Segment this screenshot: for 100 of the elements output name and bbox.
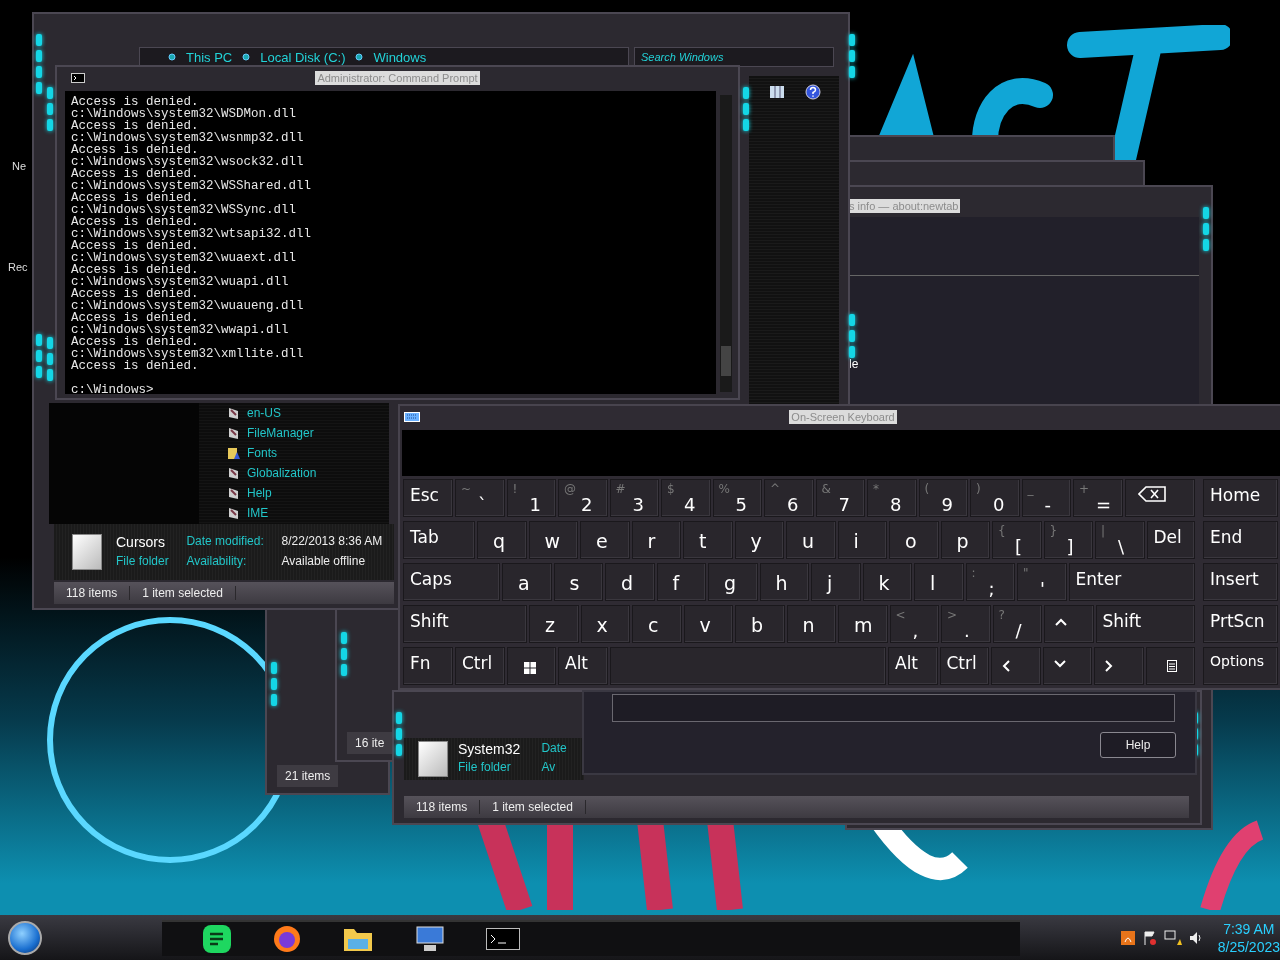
key[interactable]: b bbox=[735, 605, 785, 643]
key[interactable]: a bbox=[502, 563, 552, 601]
key[interactable]: | \ bbox=[1095, 521, 1145, 559]
light-strip bbox=[849, 34, 855, 46]
file-item[interactable]: Fonts bbox=[227, 443, 389, 463]
key[interactable]: w bbox=[528, 521, 578, 559]
scrollbar[interactable] bbox=[720, 95, 732, 392]
desktop-icon-label[interactable]: Rec bbox=[8, 261, 28, 273]
terminal-icon[interactable] bbox=[485, 927, 520, 950]
key[interactable]: Alt bbox=[888, 647, 938, 685]
key[interactable]: Ctrl bbox=[939, 647, 989, 685]
desktop-icon-label[interactable]: Ne bbox=[12, 160, 27, 172]
key[interactable]: z bbox=[529, 605, 579, 643]
help-icon[interactable] bbox=[805, 84, 821, 100]
key[interactable]: Tab bbox=[403, 521, 475, 559]
light-strip bbox=[396, 728, 402, 740]
key[interactable]: Home bbox=[1203, 479, 1278, 517]
key[interactable]: _ - bbox=[1021, 479, 1071, 517]
layout-icon[interactable] bbox=[769, 84, 785, 100]
address-bar[interactable]: This PC Local Disk (C:) Windows bbox=[139, 47, 629, 67]
key[interactable]: ? / bbox=[992, 605, 1042, 643]
key[interactable]: ! 1 bbox=[506, 479, 556, 517]
file-item[interactable]: en-US bbox=[227, 403, 389, 423]
file-item[interactable]: Help bbox=[227, 483, 389, 503]
key[interactable]: c bbox=[632, 605, 682, 643]
help-button[interactable]: Help bbox=[1100, 732, 1176, 758]
key[interactable]: Insert bbox=[1203, 563, 1278, 601]
key[interactable]: p bbox=[940, 521, 990, 559]
key[interactable]: ( 9 bbox=[918, 479, 968, 517]
key[interactable]: ) 0 bbox=[970, 479, 1020, 517]
file-item[interactable]: FileManager bbox=[227, 423, 389, 443]
key[interactable]: & 7 bbox=[815, 479, 865, 517]
key[interactable]: { [ bbox=[992, 521, 1042, 559]
key[interactable]: f bbox=[656, 563, 706, 601]
key[interactable]: + = bbox=[1073, 479, 1123, 517]
clock[interactable]: 7:39 AM 8/25/2023 bbox=[1217, 919, 1280, 956]
key[interactable]: Caps bbox=[403, 563, 500, 601]
key[interactable]: o bbox=[889, 521, 939, 559]
music-app-icon[interactable] bbox=[201, 923, 232, 954]
key[interactable]: g bbox=[708, 563, 758, 601]
key[interactable]: v bbox=[683, 605, 733, 643]
breadcrumb[interactable]: Local Disk (C:) bbox=[260, 49, 346, 65]
file-item[interactable]: Globalization bbox=[227, 463, 389, 483]
key[interactable]: ^ 6 bbox=[764, 479, 814, 517]
key[interactable]: Ctrl bbox=[455, 647, 505, 685]
key[interactable]: Alt bbox=[558, 647, 608, 685]
key[interactable]: * 8 bbox=[867, 479, 917, 517]
key[interactable]: } ] bbox=[1043, 521, 1093, 559]
key[interactable]: Options bbox=[1203, 647, 1278, 685]
key[interactable]: Shift bbox=[403, 605, 527, 643]
right-chevron-icon bbox=[1105, 660, 1113, 672]
key[interactable]: h bbox=[759, 563, 809, 601]
key[interactable]: End bbox=[1203, 521, 1278, 559]
flag-icon[interactable] bbox=[1141, 929, 1158, 946]
key[interactable]: y bbox=[734, 521, 784, 559]
key[interactable]: q bbox=[477, 521, 527, 559]
key[interactable]: < , bbox=[889, 605, 939, 643]
key[interactable]: i bbox=[837, 521, 887, 559]
input-field[interactable] bbox=[612, 694, 1175, 722]
key[interactable]: " ' bbox=[1017, 563, 1067, 601]
key[interactable]: n bbox=[786, 605, 836, 643]
computer-icon[interactable] bbox=[413, 924, 446, 953]
key[interactable]: $ 4 bbox=[661, 479, 711, 517]
key[interactable]: Shift bbox=[1095, 605, 1195, 643]
key[interactable]: : ; bbox=[965, 563, 1015, 601]
key[interactable]: l bbox=[914, 563, 964, 601]
start-button[interactable] bbox=[8, 920, 42, 955]
light-strip bbox=[36, 366, 42, 378]
key[interactable]: u bbox=[786, 521, 836, 559]
breadcrumb[interactable]: Windows bbox=[373, 49, 427, 65]
light-strip bbox=[396, 744, 402, 756]
key[interactable]: Fn bbox=[403, 647, 453, 685]
key[interactable]: j bbox=[811, 563, 861, 601]
key[interactable]: Enter bbox=[1068, 563, 1195, 601]
key[interactable]: s bbox=[553, 563, 603, 601]
key[interactable]: t bbox=[683, 521, 733, 559]
key[interactable]: @ 2 bbox=[558, 479, 608, 517]
windows-key[interactable] bbox=[506, 647, 556, 685]
network-icon[interactable] bbox=[1163, 929, 1182, 946]
key[interactable]: d bbox=[605, 563, 655, 601]
key[interactable]: # 3 bbox=[609, 479, 659, 517]
key[interactable]: k bbox=[862, 563, 912, 601]
key[interactable]: > . bbox=[941, 605, 991, 643]
light-strip bbox=[36, 66, 42, 78]
key[interactable]: PrtScn bbox=[1203, 605, 1278, 643]
key[interactable]: Del bbox=[1146, 521, 1195, 559]
key[interactable]: ~ ` bbox=[455, 479, 505, 517]
browser-icon[interactable] bbox=[271, 923, 302, 954]
key[interactable]: Esc bbox=[403, 479, 453, 517]
key[interactable]: % 5 bbox=[712, 479, 762, 517]
breadcrumb[interactable]: This PC bbox=[186, 49, 233, 65]
file-item[interactable]: IME bbox=[227, 503, 389, 523]
console-prompt[interactable]: c:\Windows> bbox=[71, 384, 710, 396]
key[interactable]: m bbox=[838, 605, 888, 643]
key[interactable]: r bbox=[631, 521, 681, 559]
menu-key[interactable] bbox=[1145, 647, 1195, 685]
backspace-key[interactable] bbox=[1124, 479, 1195, 517]
key[interactable]: e bbox=[580, 521, 630, 559]
key[interactable]: x bbox=[580, 605, 630, 643]
search-field[interactable]: Search Windows bbox=[634, 47, 834, 67]
